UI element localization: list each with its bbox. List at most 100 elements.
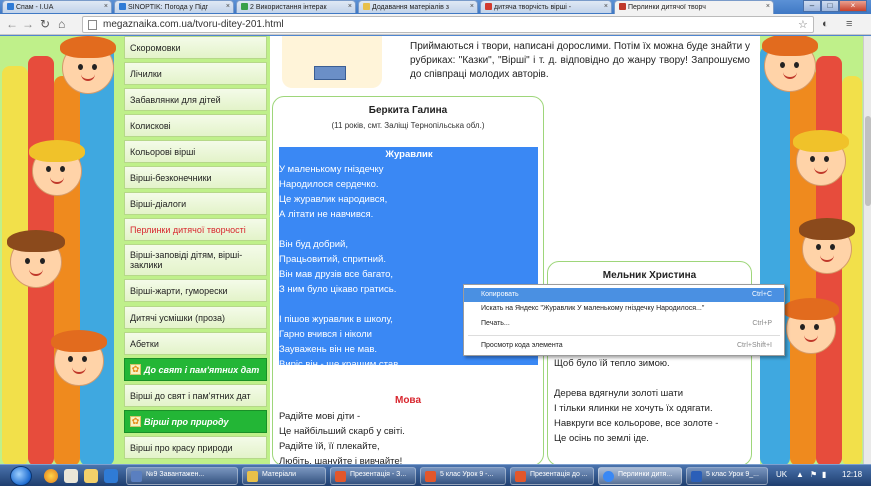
menu-item[interactable]: Лічилки [124, 62, 267, 85]
menu-category[interactable]: ✿ До свят і пам'ятних дат [124, 358, 267, 381]
menu-item-label: Скоромовки [130, 42, 181, 53]
context-item-label: Просмотр кода элемента [481, 342, 563, 349]
poem-title: Журавлик [385, 149, 433, 160]
menu-item[interactable]: Скоромовки [124, 36, 267, 59]
menu-item[interactable]: Вірші-діалоги [124, 192, 267, 215]
menu-item[interactable]: Дитячі усмішки (проза) [124, 306, 267, 329]
tab-6[interactable]: Перлинки дитячої творч × [614, 0, 774, 14]
menu-item-label: Вірші до свят і пам'ятних дат [130, 390, 251, 401]
menu-item[interactable]: Вірші про красу природи [124, 436, 267, 459]
poem-text[interactable]: Щоб було їй тепло зимою. Дерева вдягнули… [554, 356, 749, 446]
flag-icon[interactable]: ⚑ [810, 470, 817, 479]
context-item-label: Копировать [481, 291, 519, 298]
taskbar-item[interactable]: 5 клас Урок 9 -... [420, 467, 506, 485]
search-icon [485, 3, 492, 10]
tab-label: Спам - I.UA [16, 4, 54, 11]
left-decoration [0, 36, 120, 464]
taskbar-item-active[interactable]: Перлинки дитя... [598, 467, 682, 485]
menu-item-label: Вірші-безконечники [130, 172, 212, 183]
menu-item[interactable]: Вірші-жарти, гуморески [124, 279, 267, 302]
context-print[interactable]: Печать... Ctrl+P [464, 317, 784, 331]
taskbar-label: 5 клас Урок 9_... [706, 471, 759, 478]
close-icon[interactable]: × [604, 3, 608, 10]
poem-line: Це осінь по землі іде. [554, 433, 649, 444]
poem-line: Він буд добрий, [279, 239, 348, 250]
menu-item[interactable]: Забавлянки для дітей [124, 88, 267, 111]
context-search-yandex[interactable]: Искать на Яндекс "Журавлик У маленькому … [464, 302, 784, 316]
menu-icon[interactable]: ≡ [846, 18, 852, 30]
tab-5[interactable]: дитяча творчість вірші - × [480, 0, 612, 13]
tab-4[interactable]: Додавання матеріалів з × [358, 0, 478, 13]
maximize-button[interactable]: □ [821, 0, 839, 12]
extension-icon[interactable]: ◐ [822, 18, 829, 30]
intro-text: Приймаються і твори, написані дорослими.… [410, 41, 750, 80]
page-scrollbar[interactable] [863, 36, 871, 464]
poem-line: Це найбільший скарб у світі. [279, 426, 405, 437]
address-bar[interactable]: megaznaika.com.ua/tvoru-ditey-201.html [82, 16, 814, 33]
menu-item-label: Вірші про природу [144, 416, 229, 427]
close-icon[interactable]: × [348, 3, 352, 10]
chrome-quicklaunch-icon[interactable] [104, 469, 118, 483]
taskbar-item[interactable]: 5 клас Урок 9_... [686, 467, 768, 485]
start-button[interactable] [10, 466, 32, 486]
poem-line: Виріс він - ще кращим став. [279, 359, 401, 370]
home-icon[interactable]: ⌂ [58, 17, 65, 31]
poem-line: Навкруги все кольорове, все золоте - [554, 418, 719, 429]
main-content: Приймаються і твори, написані дорослими.… [270, 36, 760, 464]
tab-2[interactable]: SINOPTIK: Погода у Підг × [114, 0, 234, 13]
tray-expand-icon[interactable]: ▲ [796, 470, 804, 479]
taskbar-item[interactable]: Презентація до ... [510, 467, 594, 485]
close-icon[interactable]: × [766, 3, 770, 10]
back-icon[interactable]: ← [6, 17, 18, 31]
poem-text[interactable]: Радійте мові діти - Це найбільший скарб … [279, 409, 539, 464]
close-icon[interactable]: × [470, 3, 474, 10]
window-controls: – □ × [803, 0, 867, 13]
menu-item[interactable]: Абетки [124, 332, 267, 355]
weather-icon [119, 3, 126, 10]
minimize-button[interactable]: – [803, 0, 821, 12]
reload-icon[interactable]: ↻ [40, 17, 50, 31]
menu-item[interactable]: Вірші до свят і пам'ятних дат [124, 384, 267, 407]
page-viewport: Скоромовки Лічилки Забавлянки для дітей … [0, 36, 863, 464]
menu-item[interactable]: Вірші-заповіді дітям, вірші-заклики [124, 244, 267, 276]
close-icon[interactable]: × [226, 3, 230, 10]
poem-line [279, 222, 539, 237]
menu-item[interactable]: Вірші-безконечники [124, 166, 267, 189]
close-window-button[interactable]: × [839, 0, 867, 12]
poem-line: Народилося сердечко. [279, 179, 379, 190]
menu-item[interactable]: Колискові [124, 114, 267, 137]
mail-icon [7, 3, 14, 10]
taskbar-item[interactable]: №9 Завантажен... [126, 467, 238, 485]
close-icon[interactable]: × [104, 3, 108, 10]
network-icon[interactable]: ▮ [822, 470, 826, 479]
media-quicklaunch-icon[interactable] [64, 469, 78, 483]
taskbar-label: Матеріали [262, 471, 297, 478]
context-item-label: Печать... [481, 320, 510, 327]
star-icon[interactable]: ☆ [798, 18, 808, 31]
language-indicator[interactable]: UK [776, 470, 787, 479]
context-inspect[interactable]: Просмотр кода элемента Ctrl+Shift+I [464, 339, 784, 353]
taskbar-item[interactable]: Презентація - З... [330, 467, 416, 485]
context-copy[interactable]: Копировать Ctrl+C [464, 288, 784, 302]
poem-line: Радійте мові діти - [279, 411, 361, 422]
clock[interactable]: 12:18 [842, 470, 862, 479]
browser-quicklaunch-icon[interactable] [44, 469, 58, 483]
forward-icon[interactable]: → [22, 17, 34, 31]
taskbar-item[interactable]: Матеріали [242, 467, 326, 485]
menu-divider [468, 335, 780, 336]
menu-item-label: Вірші про красу природи [130, 442, 233, 453]
menu-item-active[interactable]: Перлинки дитячої творчості [124, 218, 267, 241]
menu-item-label: Кольорові вірші [130, 146, 196, 157]
menu-item-label: Абетки [130, 338, 159, 349]
menu-item-label: До свят і пам'ятних дат [144, 364, 260, 375]
poem-line: Дерева вдягнули золоті шати [554, 388, 684, 399]
menu-item[interactable]: Кольорові вірші [124, 140, 267, 163]
tab-1[interactable]: Спам - I.UA × [2, 0, 112, 13]
folder-quicklaunch-icon[interactable] [84, 469, 98, 483]
menu-category[interactable]: ✿ Вірші про природу [124, 410, 267, 433]
scrollbar-thumb[interactable] [865, 116, 871, 206]
tab-strip: Спам - I.UA × SINOPTIK: Погода у Підг × 2 … [0, 0, 871, 14]
context-item-label: Искать на Яндекс "Журавлик У маленькому … [481, 305, 705, 312]
menu-item-label: Дитячі усмішки (проза) [130, 312, 225, 323]
tab-3[interactable]: 2 Використання інтерак × [236, 0, 356, 13]
